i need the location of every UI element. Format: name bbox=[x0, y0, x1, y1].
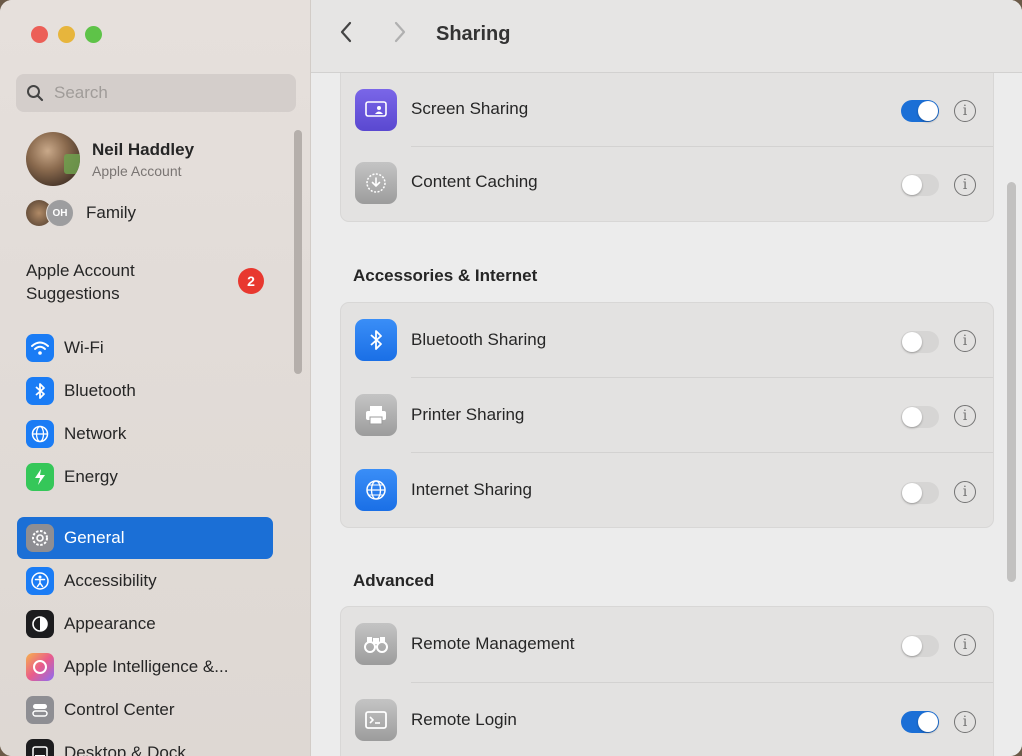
page-title: Sharing bbox=[436, 23, 511, 45]
info-icon[interactable]: i bbox=[954, 481, 976, 503]
family-item[interactable]: OH Family bbox=[26, 199, 136, 227]
remote-login-toggle[interactable] bbox=[901, 711, 939, 733]
section-header-accessories: Accessories & Internet bbox=[353, 266, 538, 285]
profile-item[interactable]: Neil Haddley Apple Account bbox=[26, 132, 194, 186]
search-icon bbox=[27, 85, 44, 102]
printer-sharing-toggle[interactable] bbox=[901, 406, 939, 428]
apple-account-suggestions[interactable]: Apple Account Suggestions bbox=[26, 259, 226, 305]
info-icon[interactable]: i bbox=[954, 634, 976, 656]
bluetooth-sharing-toggle[interactable] bbox=[901, 331, 939, 353]
sidebar-item-label: Wi-Fi bbox=[64, 338, 104, 357]
info-icon[interactable]: i bbox=[954, 330, 976, 352]
back-button[interactable] bbox=[339, 20, 353, 49]
toolbar: Sharing bbox=[311, 0, 1022, 73]
apple-intelligence-icon bbox=[26, 653, 54, 681]
avatar bbox=[26, 132, 80, 186]
internet-sharing-toggle[interactable] bbox=[901, 482, 939, 504]
printer-icon bbox=[355, 394, 397, 436]
settings-window: Neil Haddley Apple Account OH Family App… bbox=[0, 0, 1022, 756]
forward-button[interactable] bbox=[393, 20, 407, 49]
sidebar-item-label: General bbox=[64, 528, 125, 547]
accessories-card: Bluetooth Sharing i Printer Sharing i In… bbox=[340, 302, 994, 528]
search-input[interactable] bbox=[52, 82, 276, 104]
window-controls bbox=[31, 26, 102, 43]
search-field[interactable] bbox=[16, 74, 296, 112]
sidebar-item-desktop-dock[interactable]: Desktop & Dock bbox=[17, 732, 273, 756]
control-center-icon bbox=[26, 696, 54, 724]
wifi-icon bbox=[26, 334, 54, 362]
minimize-button[interactable] bbox=[58, 26, 75, 43]
family-label: Family bbox=[86, 203, 137, 222]
family-initials-avatar: OH bbox=[46, 199, 74, 227]
list-item-internet-sharing: Internet Sharing i bbox=[341, 452, 993, 527]
chevron-right-icon bbox=[394, 21, 406, 43]
row-label: Remote Login bbox=[411, 710, 517, 729]
sidebar-item-appearance[interactable]: Appearance bbox=[17, 603, 273, 645]
sidebar: Neil Haddley Apple Account OH Family App… bbox=[0, 0, 311, 756]
sidebar-item-network[interactable]: Network bbox=[17, 413, 273, 455]
row-label: Printer Sharing bbox=[411, 405, 525, 424]
list-item-screen-sharing: Screen Sharing i bbox=[341, 71, 993, 146]
info-icon[interactable]: i bbox=[954, 100, 976, 122]
binoculars-icon bbox=[355, 623, 397, 665]
content-caching-icon bbox=[355, 162, 397, 204]
sidebar-item-label: Appearance bbox=[64, 614, 156, 633]
appearance-icon bbox=[26, 610, 54, 638]
accessibility-icon bbox=[26, 567, 54, 595]
sidebar-item-bluetooth[interactable]: Bluetooth bbox=[17, 370, 273, 412]
row-label: Internet Sharing bbox=[411, 480, 532, 499]
section-header-advanced: Advanced bbox=[353, 571, 435, 590]
sidebar-scrollbar[interactable] bbox=[294, 130, 302, 374]
lightning-icon bbox=[26, 463, 54, 491]
list-item-remote-login: Remote Login i bbox=[341, 682, 993, 756]
sidebar-item-label: Accessibility bbox=[64, 571, 157, 590]
profile-subtitle: Apple Account bbox=[92, 162, 182, 179]
sidebar-item-energy[interactable]: Energy bbox=[17, 456, 273, 498]
sidebar-item-label: Control Center bbox=[64, 700, 175, 719]
row-label: Content Caching bbox=[411, 172, 538, 191]
info-icon[interactable]: i bbox=[954, 174, 976, 196]
list-item-printer-sharing: Printer Sharing i bbox=[341, 377, 993, 452]
globe-icon bbox=[355, 469, 397, 511]
info-icon[interactable]: i bbox=[954, 405, 976, 427]
row-label: Bluetooth Sharing bbox=[411, 330, 547, 349]
list-item-bluetooth-sharing: Bluetooth Sharing i bbox=[341, 303, 993, 378]
sidebar-item-control-center[interactable]: Control Center bbox=[17, 689, 273, 731]
sidebar-item-label: Network bbox=[64, 424, 127, 443]
main-pane: Screen Sharing i Content Caching i Acces… bbox=[311, 0, 1022, 756]
bluetooth-icon bbox=[26, 377, 54, 405]
main-scrollbar[interactable] bbox=[1007, 182, 1016, 582]
services-card: Screen Sharing i Content Caching i bbox=[340, 70, 994, 222]
list-item-content-caching: Content Caching i bbox=[341, 146, 993, 221]
sidebar-item-label: Desktop & Dock bbox=[64, 743, 186, 756]
advanced-card: Remote Management i Remote Login i bbox=[340, 606, 994, 756]
globe-icon bbox=[26, 420, 54, 448]
chevron-left-icon bbox=[340, 21, 352, 43]
sidebar-item-label: Energy bbox=[64, 467, 118, 486]
zoom-button[interactable] bbox=[85, 26, 102, 43]
gear-icon bbox=[26, 524, 54, 552]
info-icon[interactable]: i bbox=[954, 711, 976, 733]
sidebar-item-label: Bluetooth bbox=[64, 381, 136, 400]
sidebar-item-wifi[interactable]: Wi-Fi bbox=[17, 327, 273, 369]
screen-sharing-icon bbox=[355, 89, 397, 131]
sidebar-item-apple-intelligence[interactable]: Apple Intelligence &... bbox=[17, 646, 273, 688]
row-label: Screen Sharing bbox=[411, 99, 529, 118]
profile-name: Neil Haddley bbox=[92, 139, 195, 159]
sidebar-item-accessibility[interactable]: Accessibility bbox=[17, 560, 273, 602]
desktop-dock-icon bbox=[26, 739, 54, 756]
close-button[interactable] bbox=[31, 26, 48, 43]
notification-badge: 2 bbox=[238, 268, 264, 294]
list-item-remote-management: Remote Management i bbox=[341, 607, 993, 682]
bluetooth-icon bbox=[355, 319, 397, 361]
sidebar-item-general[interactable]: General bbox=[17, 517, 273, 559]
row-label: Remote Management bbox=[411, 634, 575, 653]
content-caching-toggle[interactable] bbox=[901, 174, 939, 196]
sidebar-item-label: Apple Intelligence &... bbox=[64, 657, 229, 676]
terminal-icon bbox=[355, 699, 397, 741]
screen-sharing-toggle[interactable] bbox=[901, 100, 939, 122]
remote-management-toggle[interactable] bbox=[901, 635, 939, 657]
